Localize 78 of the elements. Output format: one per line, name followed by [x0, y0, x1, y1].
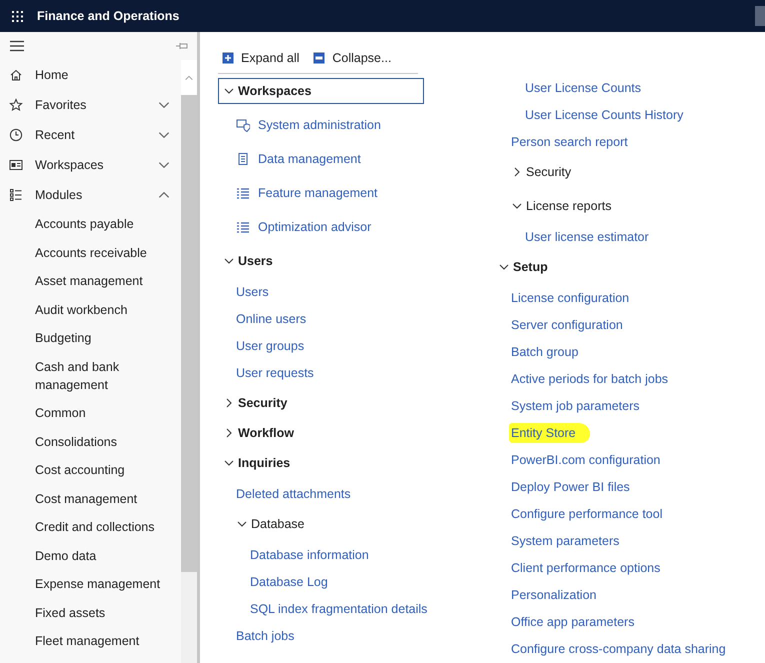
- monitor-shield-icon: [236, 118, 250, 132]
- menu-link[interactable]: Client performance options: [511, 560, 660, 576]
- subsection-header[interactable]: Database: [236, 507, 493, 541]
- menu-link[interactable]: Active periods for batch jobs: [511, 370, 668, 386]
- nav-item[interactable]: Home: [0, 60, 181, 90]
- section-header[interactable]: Security: [218, 390, 424, 416]
- menu-link[interactable]: Personalization: [511, 586, 596, 602]
- module-link[interactable]: Demo data: [0, 542, 181, 570]
- collapse-icon: [313, 52, 326, 64]
- module-link[interactable]: Accounts payable: [0, 210, 181, 238]
- menu-link[interactable]: System parameters: [511, 532, 620, 548]
- app-title: Finance and Operations: [37, 9, 180, 23]
- workspace-link[interactable]: Data management: [236, 142, 493, 176]
- module-link[interactable]: Cash and bank management: [0, 352, 181, 399]
- menu-link[interactable]: User License Counts: [525, 80, 642, 96]
- section-header[interactable]: Workflow: [218, 420, 424, 446]
- menu-link[interactable]: User groups: [236, 338, 304, 354]
- menu-link[interactable]: Person search report: [511, 134, 628, 150]
- menu-link[interactable]: Batch group: [511, 344, 578, 360]
- home-icon: [9, 68, 23, 82]
- menu-link[interactable]: Users: [236, 284, 269, 300]
- nav-item[interactable]: Workspaces: [0, 150, 181, 180]
- toolbar-button[interactable]: Collapse...: [313, 50, 392, 64]
- section-header[interactable]: Inquiries: [218, 450, 424, 476]
- nav-item[interactable]: Modules: [0, 180, 181, 210]
- workspace-link[interactable]: Feature management: [236, 176, 493, 210]
- module-link[interactable]: Fixed assets: [0, 598, 181, 627]
- toolbar-button[interactable]: Expand all: [222, 50, 300, 64]
- menu-link[interactable]: Configure cross-company data sharing: [511, 640, 726, 656]
- menu-link[interactable]: Deleted attachments: [236, 486, 351, 502]
- menu-link[interactable]: User License Counts History: [525, 106, 684, 122]
- list-icon: [236, 186, 250, 200]
- menu-link[interactable]: User license estimator: [525, 228, 649, 244]
- module-link[interactable]: Audit workbench: [0, 296, 181, 324]
- app-launcher-icon[interactable]: [11, 10, 24, 22]
- nav-item[interactable]: Recent: [0, 120, 181, 150]
- section-header[interactable]: Workspaces: [218, 78, 424, 104]
- document-icon: [236, 152, 250, 166]
- module-list-icon: [9, 188, 23, 202]
- subsection-header[interactable]: License reports: [511, 189, 726, 223]
- menu-icon[interactable]: [9, 40, 25, 52]
- module-link[interactable]: Cost management: [0, 484, 181, 513]
- star-icon: [9, 98, 23, 112]
- module-link[interactable]: Common: [0, 399, 181, 428]
- menu-link[interactable]: System job parameters: [511, 398, 640, 414]
- nav-item[interactable]: Favorites: [0, 90, 181, 120]
- list-icon: [236, 220, 250, 234]
- expand-icon: [222, 52, 234, 64]
- menu-link[interactable]: Entity Store: [509, 422, 590, 442]
- menu-link[interactable]: PowerBI.com configuration: [511, 452, 660, 468]
- menu-link[interactable]: Office app parameters: [511, 614, 634, 630]
- subsection-header[interactable]: Security: [511, 155, 726, 189]
- menu-link[interactable]: Database Log: [250, 574, 328, 590]
- menu-link[interactable]: User requests: [236, 364, 314, 380]
- menu-link[interactable]: Configure performance tool: [511, 506, 662, 522]
- module-link[interactable]: Fleet management: [0, 627, 181, 656]
- menu-link[interactable]: Batch jobs: [236, 628, 294, 644]
- menu-link[interactable]: Online users: [236, 310, 306, 326]
- menu-link[interactable]: Deploy Power BI files: [511, 478, 630, 494]
- menu-link[interactable]: Server configuration: [511, 316, 623, 332]
- menu-link[interactable]: Database information: [250, 546, 369, 562]
- section-header[interactable]: Setup: [493, 254, 699, 280]
- module-link[interactable]: Credit and collections: [0, 513, 181, 542]
- module-link[interactable]: Accounts receivable: [0, 238, 181, 267]
- workspace-link[interactable]: System administration: [236, 108, 493, 142]
- workspace-link[interactable]: Optimization advisor: [236, 210, 493, 244]
- module-link[interactable]: Expense management: [0, 570, 181, 598]
- clock-icon: [9, 128, 23, 142]
- menu-link[interactable]: SQL index fragmentation details: [250, 600, 428, 616]
- scrollbar[interactable]: [181, 60, 197, 663]
- menu-link[interactable]: License configuration: [511, 290, 630, 306]
- module-link[interactable]: Cost accounting: [0, 456, 181, 484]
- section-header[interactable]: Users: [218, 248, 424, 274]
- pin-icon[interactable]: [175, 41, 189, 51]
- workspace-card-icon: [9, 158, 23, 172]
- module-link[interactable]: Consolidations: [0, 428, 181, 456]
- module-link[interactable]: Budgeting: [0, 324, 181, 352]
- module-link[interactable]: Asset management: [0, 267, 181, 296]
